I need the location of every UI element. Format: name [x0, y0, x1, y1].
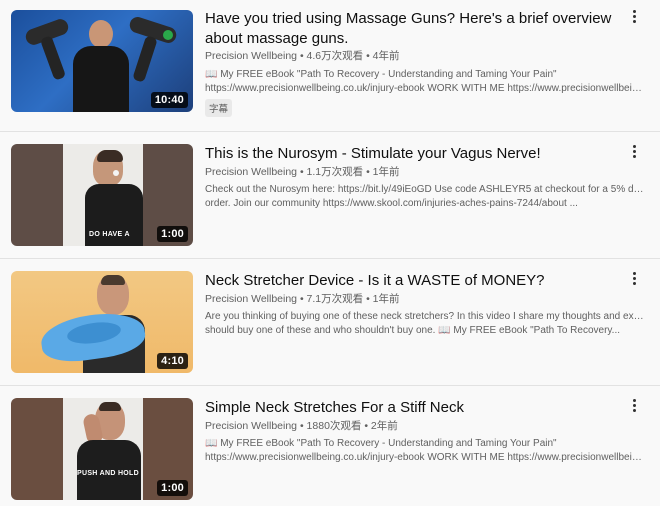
- view-count: 1.1万次观看: [306, 166, 364, 178]
- video-title[interactable]: Neck Stretcher Device - Is it a WASTE of…: [205, 271, 615, 291]
- presenter-figure: [77, 402, 141, 500]
- channel-name[interactable]: Precision Wellbeing: [205, 166, 297, 178]
- video-meta: Precision Wellbeing • 7.1万次观看 • 1年前: [205, 293, 400, 305]
- more-options-icon[interactable]: [626, 6, 642, 26]
- more-options-icon[interactable]: [626, 141, 642, 161]
- video-thumbnail[interactable]: 4:10: [11, 271, 193, 373]
- view-count: 1880次观看: [306, 420, 362, 432]
- video-title[interactable]: Simple Neck Stretches For a Stiff Neck: [205, 398, 615, 418]
- video-meta: Precision Wellbeing • 4.6万次观看 • 4年前: [205, 50, 400, 62]
- video-meta: Precision Wellbeing • 1.1万次观看 • 1年前: [205, 166, 400, 178]
- video-description: Are you thinking of buying one of these …: [205, 311, 645, 336]
- channel-name[interactable]: Precision Wellbeing: [205, 293, 297, 305]
- divider: [0, 258, 660, 259]
- video-description: 📖 My FREE eBook "Path To Recovery - Unde…: [205, 438, 645, 463]
- more-options-icon[interactable]: [626, 268, 642, 288]
- upload-age: 1年前: [372, 166, 400, 178]
- upload-age: 2年前: [370, 420, 398, 432]
- video-duration: 4:10: [157, 353, 188, 369]
- video-description: Check out the Nurosym here: https://bit.…: [205, 184, 645, 209]
- channel-name[interactable]: Precision Wellbeing: [205, 420, 297, 432]
- video-thumbnail[interactable]: DO HAVE A 1:00: [11, 144, 193, 246]
- video-meta: Precision Wellbeing • 1880次观看 • 2年前: [205, 420, 398, 432]
- presenter-figure: [73, 20, 129, 112]
- video-title[interactable]: Have you tried using Massage Guns? Here'…: [205, 9, 615, 49]
- video-title[interactable]: This is the Nurosym - Stimulate your Vag…: [205, 144, 615, 164]
- upload-age: 4年前: [372, 50, 400, 62]
- thumbnail-caption: DO HAVE A: [89, 231, 130, 238]
- thumbnail-caption: PUSH AND HOLD: [77, 470, 139, 477]
- view-count: 4.6万次观看: [306, 50, 364, 62]
- video-duration: 1:00: [157, 480, 188, 496]
- divider: [0, 131, 660, 132]
- video-duration: 10:40: [150, 92, 188, 108]
- video-duration: 1:00: [157, 226, 188, 242]
- video-thumbnail[interactable]: PUSH AND HOLD 1:00: [11, 398, 193, 500]
- video-description: 📖 My FREE eBook "Path To Recovery - Unde…: [205, 69, 645, 94]
- video-thumbnail[interactable]: 10:40: [11, 10, 193, 112]
- channel-name[interactable]: Precision Wellbeing: [205, 50, 297, 62]
- more-options-icon[interactable]: [626, 395, 642, 415]
- upload-age: 1年前: [372, 293, 400, 305]
- divider: [0, 385, 660, 386]
- view-count: 7.1万次观看: [306, 293, 364, 305]
- captions-badge: 字幕: [205, 99, 233, 117]
